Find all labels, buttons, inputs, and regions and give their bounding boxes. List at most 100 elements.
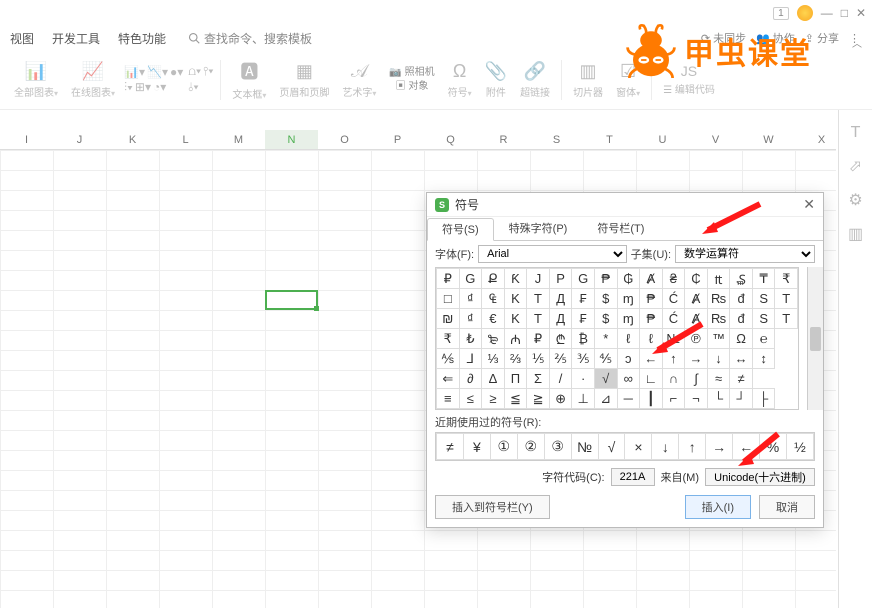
symbol-cell[interactable]: ├ <box>752 389 775 409</box>
symbol-cell[interactable]: ≡ <box>437 389 460 409</box>
ribbon-header-footer[interactable]: ▦页眉和页脚 <box>275 61 333 99</box>
symbol-cell[interactable]: ₿ <box>572 329 595 349</box>
insert-to-bar-button[interactable]: 插入到符号栏(Y) <box>435 495 550 519</box>
ribbon-attachment[interactable]: 📎附件 <box>481 61 511 99</box>
symbol-cell[interactable]: ≧ <box>527 389 550 409</box>
ribbon-sparklines[interactable]: ⩍▾⫯▾ ⫰▾ <box>188 64 213 95</box>
symbol-cell[interactable]: € <box>482 309 505 329</box>
col-header-P[interactable]: P <box>371 130 424 149</box>
recent-symbol[interactable]: ¥ <box>463 434 490 460</box>
symbol-cell[interactable]: Ⱥ <box>685 289 708 309</box>
sidepanel-layers-icon[interactable]: ▥ <box>848 224 863 244</box>
symbol-cell[interactable]: / <box>549 369 572 389</box>
ribbon-collapse-icon[interactable]: ︿ <box>852 35 862 50</box>
col-header-V[interactable]: V <box>689 130 742 149</box>
symbol-cell[interactable]: ₣ <box>572 289 595 309</box>
symbol-cell[interactable]: ⅍ <box>437 349 460 369</box>
col-header-Q[interactable]: Q <box>424 130 477 149</box>
col-header-I[interactable]: I <box>0 130 53 149</box>
symbol-grid[interactable]: ₽GՔƘJPG₱₲Ⱥ₴₵₶₷₸₹□₫₠KTД₣$ɱ₱ĆȺ₨đST₪₫€KTД₣$… <box>435 267 799 410</box>
symbol-cell[interactable]: ≠ <box>730 369 753 389</box>
close-window-button[interactable]: ✕ <box>856 6 866 20</box>
symbol-cell[interactable]: ⇐ <box>437 369 460 389</box>
recent-symbol[interactable]: ① <box>490 434 517 460</box>
symbol-cell[interactable]: Δ <box>482 369 505 389</box>
symbol-cell[interactable]: ₣ <box>572 309 595 329</box>
symbol-cell[interactable]: ₼ <box>504 329 527 349</box>
symbol-cell[interactable]: T <box>527 289 550 309</box>
col-header-K[interactable]: K <box>106 130 159 149</box>
symbol-cell[interactable]: K <box>504 309 527 329</box>
dialog-close-button[interactable]: ✕ <box>803 196 815 213</box>
ribbon-all-charts[interactable]: 📊全部图表▾ <box>10 61 62 99</box>
symbol-cell[interactable]: Π <box>504 369 527 389</box>
symbol-cell[interactable]: Ƙ <box>504 269 527 289</box>
recent-symbol[interactable]: → <box>706 434 733 460</box>
symbol-cell[interactable]: T <box>527 309 550 329</box>
symbol-cell[interactable]: ₻ <box>482 329 505 349</box>
symbol-cell[interactable]: ┃ <box>640 389 663 409</box>
col-header-O[interactable]: O <box>318 130 371 149</box>
tab-special-chars[interactable]: 特殊字符(P) <box>494 217 583 240</box>
sidepanel-settings-icon[interactable]: ⚙ <box>848 190 862 210</box>
symbol-cell[interactable]: T <box>775 289 798 309</box>
sidepanel-select-icon[interactable]: ⬀ <box>849 156 862 176</box>
recent-symbol[interactable]: √ <box>598 434 625 460</box>
symbol-cell[interactable]: □ <box>437 289 460 309</box>
recent-symbol[interactable]: ③ <box>544 434 571 460</box>
symbol-cell[interactable]: ─ <box>617 389 640 409</box>
symbol-cell[interactable]: ɱ <box>617 289 640 309</box>
symbol-cell[interactable]: ≈ <box>707 369 730 389</box>
col-header-R[interactable]: R <box>477 130 530 149</box>
symbol-cell[interactable]: ₱ <box>640 289 663 309</box>
symbol-cell[interactable]: ↕ <box>752 349 775 369</box>
symbol-cell[interactable]: └ <box>707 389 730 409</box>
symbol-cell[interactable]: ∞ <box>617 369 640 389</box>
symbol-cell[interactable]: Ք <box>482 269 505 289</box>
font-select[interactable]: Arial <box>478 245 627 263</box>
symbol-cell[interactable]: ₹ <box>437 329 460 349</box>
symbol-cell[interactable]: ↓ <box>707 349 730 369</box>
col-header-M[interactable]: M <box>212 130 265 149</box>
symbol-cell[interactable]: ⅔ <box>504 349 527 369</box>
symbol-cell[interactable]: ₴ <box>662 269 685 289</box>
symbol-cell[interactable]: ₨ <box>707 289 730 309</box>
symbol-cell[interactable]: ₷ <box>730 269 753 289</box>
col-header-U[interactable]: U <box>636 130 689 149</box>
symbol-cell[interactable]: ⊥ <box>572 389 595 409</box>
symbol-cell[interactable]: ₨ <box>707 309 730 329</box>
symbol-cell[interactable]: ∟ <box>640 369 663 389</box>
symbol-cell[interactable]: S <box>752 309 775 329</box>
command-search[interactable]: 查找命令、搜索模板 <box>188 30 312 47</box>
recent-symbol[interactable]: № <box>571 434 598 460</box>
sidepanel-text-icon[interactable]: T <box>851 124 861 142</box>
symbol-cell[interactable]: · <box>572 369 595 389</box>
symbol-cell[interactable]: Ω <box>730 329 753 349</box>
symbol-cell[interactable]: ⅖ <box>549 349 572 369</box>
symbol-cell[interactable]: ↄ <box>617 349 640 369</box>
symbol-cell[interactable]: $ <box>594 289 617 309</box>
symbol-cell[interactable]: ɱ <box>617 309 640 329</box>
symbol-cell[interactable]: ⊕ <box>549 389 572 409</box>
menu-special[interactable]: 特色功能 <box>118 30 166 47</box>
symbol-cell[interactable]: √ <box>594 369 617 389</box>
col-header-L[interactable]: L <box>159 130 212 149</box>
recent-symbol[interactable]: ↑ <box>679 434 706 460</box>
symbol-cell[interactable]: ∩ <box>662 369 685 389</box>
menu-dev-tools[interactable]: 开发工具 <box>52 30 100 47</box>
symbol-cell[interactable]: ₪ <box>437 309 460 329</box>
symbol-cell[interactable]: ℮ <box>752 329 775 349</box>
minimize-button[interactable]: — <box>821 6 833 20</box>
symbol-cell[interactable]: đ <box>730 289 753 309</box>
symbol-grid-scrollbar[interactable] <box>807 267 823 410</box>
ribbon-textbox[interactable]: 🅰文本框▾ <box>228 58 270 101</box>
col-header-T[interactable]: T <box>583 130 636 149</box>
symbol-cell[interactable]: Ć <box>662 289 685 309</box>
symbol-cell[interactable]: ₸ <box>752 269 775 289</box>
recent-symbol[interactable]: × <box>625 434 652 460</box>
symbol-cell[interactable]: ⅗ <box>572 349 595 369</box>
symbol-cell[interactable]: ℓ <box>617 329 640 349</box>
col-header-S[interactable]: S <box>530 130 583 149</box>
symbol-cell[interactable]: ⌐ <box>662 389 685 409</box>
symbol-cell[interactable]: ₫ <box>459 309 482 329</box>
